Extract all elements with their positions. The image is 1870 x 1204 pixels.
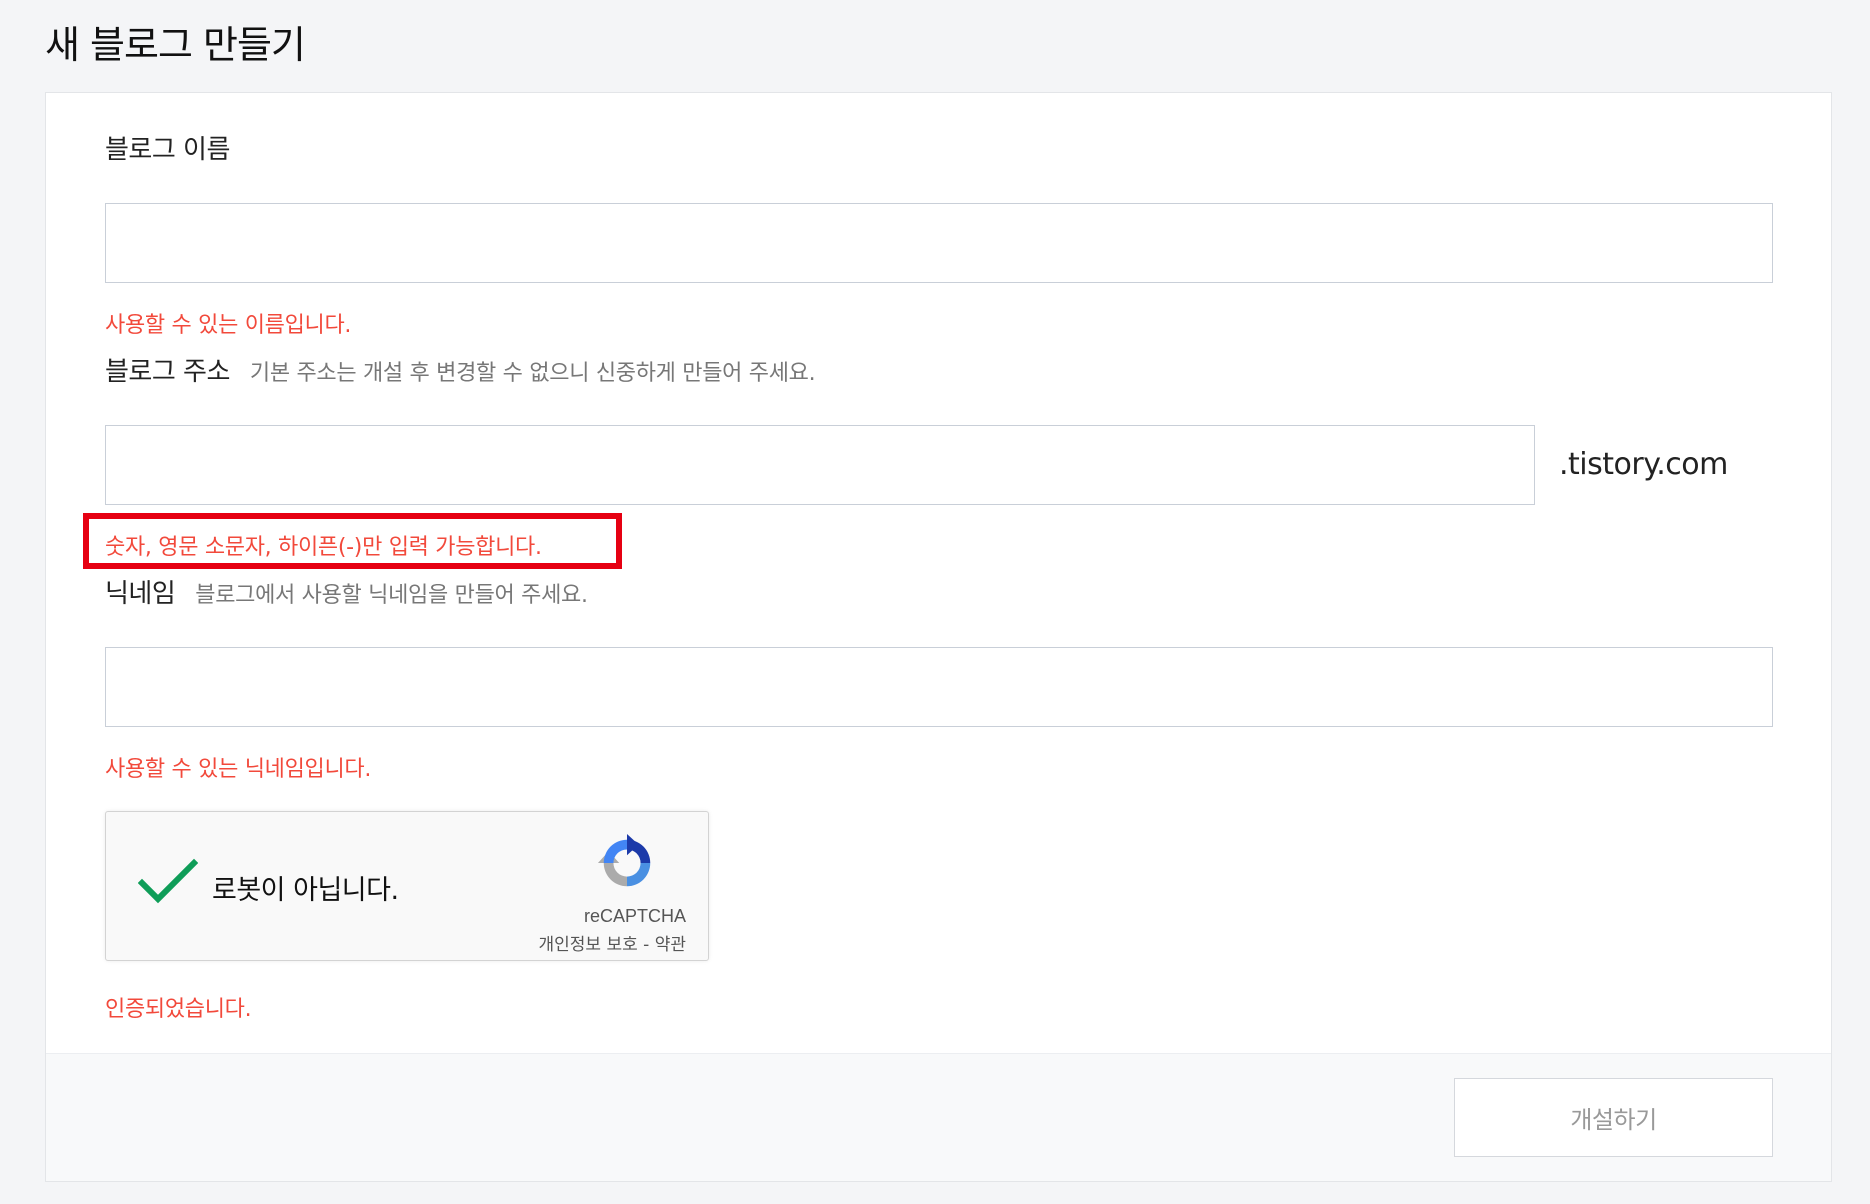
recaptcha-logo-icon [597,833,651,887]
blog-address-input[interactable] [105,425,1535,505]
nickname-message: 사용할 수 있는 닉네임입니다. [105,757,372,782]
terms-link[interactable]: 약관 [655,935,686,955]
page-title: 새 블로그 만들기 [45,23,306,67]
recaptcha-widget: 로봇이 아닙니다. reCAPTCHA 개인정보 보호 - 약관 [105,811,709,961]
nickname-label-text: 닉네임 [105,579,176,609]
blog-name-input[interactable] [105,203,1773,283]
blog-address-message: 숫자, 영문 소문자, 하이픈(-)만 입력 가능합니다. [105,535,542,560]
blog-address-hint: 기본 주소는 개설 후 변경할 수 없으니 신중하게 만들어 주세요. [249,361,816,386]
nickname-hint: 블로그에서 사용할 닉네임을 만들어 주세요. [195,583,588,608]
recaptcha-label: 로봇이 아닙니다. [212,875,399,906]
recaptcha-brand: reCAPTCHA [583,906,686,926]
create-blog-button[interactable]: 개설하기 [1454,1078,1773,1157]
checkmark-icon[interactable] [138,857,198,907]
domain-suffix: .tistory.com [1559,447,1728,482]
nickname-label: 닉네임 블로그에서 사용할 닉네임을 만들어 주세요. [105,573,588,610]
captcha-message: 인증되었습니다. [105,997,252,1022]
privacy-link[interactable]: 개인정보 보호 [539,935,638,955]
blog-name-label: 블로그 이름 [105,129,230,166]
blog-address-label-text: 블로그 주소 [105,357,230,387]
link-separator: - [637,935,655,955]
blog-name-message: 사용할 수 있는 이름입니다. [105,313,352,338]
blog-name-label-text: 블로그 이름 [105,135,230,165]
create-blog-form: 블로그 이름 사용할 수 있는 이름입니다. 블로그 주소 기본 주소는 개설 후… [45,92,1832,1182]
nickname-input[interactable] [105,647,1773,727]
recaptcha-links: 개인정보 보호 - 약관 [539,930,686,955]
blog-address-label: 블로그 주소 기본 주소는 개설 후 변경할 수 없으니 신중하게 만들어 주세요… [105,351,816,388]
